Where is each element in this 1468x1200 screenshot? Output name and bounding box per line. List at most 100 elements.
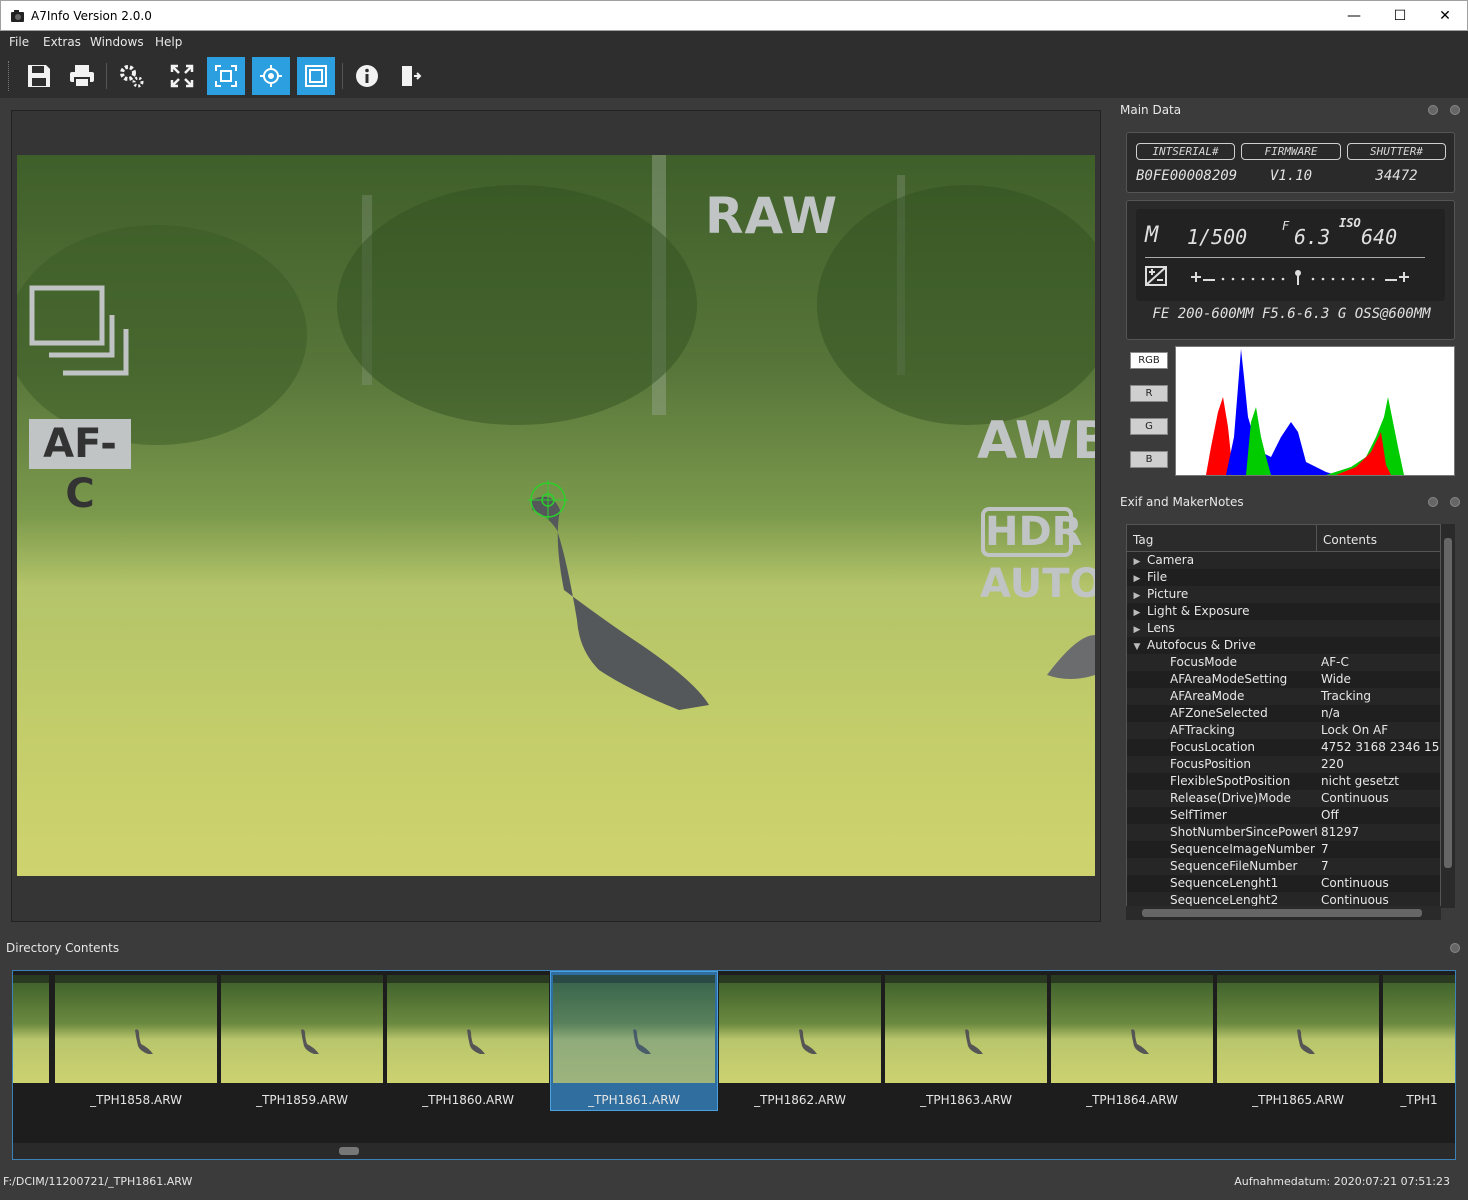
dock-close-icon[interactable]	[1450, 105, 1460, 115]
tree-row[interactable]: SequenceLenght1 Continuous	[1127, 875, 1440, 892]
tag-cell: SequenceLenght1	[1170, 876, 1279, 890]
fullscreen-button[interactable]	[163, 57, 201, 95]
tree-row[interactable]: FlexibleSpotPosition nicht gesetzt	[1127, 773, 1440, 790]
histogram-graph	[1175, 346, 1455, 476]
expand-arrow-icon[interactable]: ▶	[1127, 605, 1147, 620]
thumbnail-label[interactable]: _TPH1864.ARW	[1051, 1093, 1213, 1107]
directory-scrollbar[interactable]	[13, 1143, 1455, 1159]
thumbnail[interactable]	[13, 975, 49, 1083]
column-contents[interactable]: Contents	[1317, 525, 1383, 551]
focus-frame-button[interactable]	[207, 57, 245, 95]
thumbnail[interactable]	[719, 975, 881, 1083]
thumbnail[interactable]	[1051, 975, 1213, 1083]
tree-row[interactable]: AFAreaModeSetting Wide	[1127, 671, 1440, 688]
scroll-thumb[interactable]	[1444, 538, 1452, 868]
dock-close-icon[interactable]	[1450, 943, 1460, 953]
thumbnail-label[interactable]: _TPH1	[1383, 1093, 1455, 1107]
tree-row[interactable]: ShotNumberSincePowerUp 81297	[1127, 824, 1440, 841]
serial-label: INTSERIAL#	[1136, 143, 1235, 160]
thumbnail[interactable]	[55, 975, 217, 1083]
save-button[interactable]	[20, 57, 58, 95]
expand-arrow-icon[interactable]: ▶	[1127, 571, 1147, 586]
exit-button[interactable]	[391, 57, 429, 95]
thumbnail[interactable]	[885, 975, 1047, 1083]
menu-extras[interactable]: Extras	[43, 35, 81, 49]
raw-overlay: RAW	[705, 187, 839, 245]
thumbnail[interactable]	[387, 975, 549, 1083]
tree-group[interactable]: ▶ Camera	[1127, 552, 1440, 569]
tree-row[interactable]: AFTracking Lock On AF	[1127, 722, 1440, 739]
minimize-button[interactable]: —	[1331, 1, 1377, 31]
histogram-rgb-button[interactable]: RGB	[1130, 352, 1168, 369]
tag-cell: Release(Drive)Mode	[1170, 791, 1291, 805]
serial-value: B0FE00008209	[1136, 168, 1238, 184]
tag-cell: AFTracking	[1170, 723, 1235, 737]
tree-row[interactable]: Release(Drive)Mode Continuous	[1127, 790, 1440, 807]
group-name: Lens	[1147, 621, 1175, 635]
scroll-thumb[interactable]	[339, 1147, 359, 1155]
tree-group-open[interactable]: ▼ Autofocus & Drive	[1127, 637, 1440, 654]
tree-row[interactable]: FocusPosition 220	[1127, 756, 1440, 773]
status-date: Aufnahmedatum: 2020:07:21 07:51:23	[1234, 1175, 1450, 1188]
menu-help[interactable]: Help	[155, 35, 182, 49]
tree-row[interactable]: FocusLocation 4752 3168 2346 1518	[1127, 739, 1440, 756]
thumbnail-label[interactable]: _TPH1863.ARW	[885, 1093, 1047, 1107]
toolbar-grip[interactable]	[8, 61, 11, 91]
scroll-thumb[interactable]	[1142, 909, 1422, 917]
photo-preview[interactable]: RAW AF-C AWB HDR AUTO	[17, 155, 1095, 876]
exif-horizontal-scrollbar[interactable]	[1126, 906, 1441, 920]
tree-row[interactable]: SequenceImageNumber 7	[1127, 841, 1440, 858]
expand-arrow-icon[interactable]: ▶	[1127, 622, 1147, 637]
tree-row[interactable]: AFAreaMode Tracking	[1127, 688, 1440, 705]
tree-group[interactable]: ▶ File	[1127, 569, 1440, 586]
exif-vertical-scrollbar[interactable]	[1441, 524, 1455, 908]
photo-image	[17, 155, 1095, 876]
thumbnail[interactable]	[553, 975, 715, 1083]
crop-frame-button[interactable]	[297, 57, 335, 95]
histogram-b-button[interactable]: B	[1130, 451, 1168, 468]
settings-button[interactable]	[113, 57, 151, 95]
thumbnail-label[interactable]: _TPH1861.ARW	[553, 1093, 715, 1107]
close-button[interactable]: ✕	[1422, 1, 1468, 31]
thumbnail-label[interactable]: _TPH1858.ARW	[55, 1093, 217, 1107]
tree-group[interactable]: ▶ Lens	[1127, 620, 1440, 637]
thumbnail[interactable]	[1383, 975, 1455, 1083]
tree-row[interactable]: SelfTimer Off	[1127, 807, 1440, 824]
print-icon	[70, 65, 94, 88]
collapse-arrow-icon[interactable]: ▼	[1127, 639, 1147, 654]
tag-cell: AFZoneSelected	[1170, 706, 1268, 720]
histogram-r-button[interactable]: R	[1130, 385, 1168, 402]
crop-frame-icon	[305, 65, 327, 87]
expand-arrow-icon[interactable]: ▶	[1127, 588, 1147, 603]
tree-row[interactable]: AFZoneSelected n/a	[1127, 705, 1440, 722]
directory-strip: _TPH1858.ARW _TPH1859.ARW _TPH1860.ARW _TPH…	[12, 970, 1456, 1160]
thumbnail[interactable]	[221, 975, 383, 1083]
tree-row[interactable]: FocusMode AF-C	[1127, 654, 1440, 671]
tag-cell: AFAreaModeSetting	[1170, 672, 1288, 686]
maximize-button[interactable]: ☐	[1377, 1, 1423, 31]
dock-close-icon[interactable]	[1450, 497, 1460, 507]
menu-bar: File Extras Windows Help	[0, 31, 1468, 53]
menu-windows[interactable]: Windows	[90, 35, 144, 49]
expand-arrow-icon[interactable]: ▶	[1127, 554, 1147, 569]
thumbnail[interactable]	[1217, 975, 1379, 1083]
menu-file[interactable]: File	[9, 35, 29, 49]
thumbnail-label[interactable]: _TPH1860.ARW	[387, 1093, 549, 1107]
directory-title: Directory Contents	[6, 941, 120, 955]
focus-point-icon	[260, 65, 282, 87]
dock-float-icon[interactable]	[1428, 497, 1438, 507]
exif-tree-body: ▶ Camera ▶ File ▶ Picture ▶ Light & Exposure ▶ Le…	[1127, 552, 1440, 907]
thumbnail-label[interactable]: _TPH1862.ARW	[719, 1093, 881, 1107]
tree-row[interactable]: SequenceFileNumber 7	[1127, 858, 1440, 875]
focus-point-button[interactable]	[252, 57, 290, 95]
tree-group[interactable]: ▶ Picture	[1127, 586, 1440, 603]
histogram-g-button[interactable]: G	[1130, 418, 1168, 435]
thumbnail-label[interactable]: _TPH1865.ARW	[1217, 1093, 1379, 1107]
dock-float-icon[interactable]	[1428, 105, 1438, 115]
column-tag[interactable]: Tag	[1127, 525, 1317, 551]
tree-group[interactable]: ▶ Light & Exposure	[1127, 603, 1440, 620]
thumbnail-label[interactable]: _TPH1859.ARW	[221, 1093, 383, 1107]
print-button[interactable]	[63, 57, 101, 95]
info-button[interactable]	[348, 57, 386, 95]
tree-group-label: ▶ File	[1127, 569, 1317, 586]
